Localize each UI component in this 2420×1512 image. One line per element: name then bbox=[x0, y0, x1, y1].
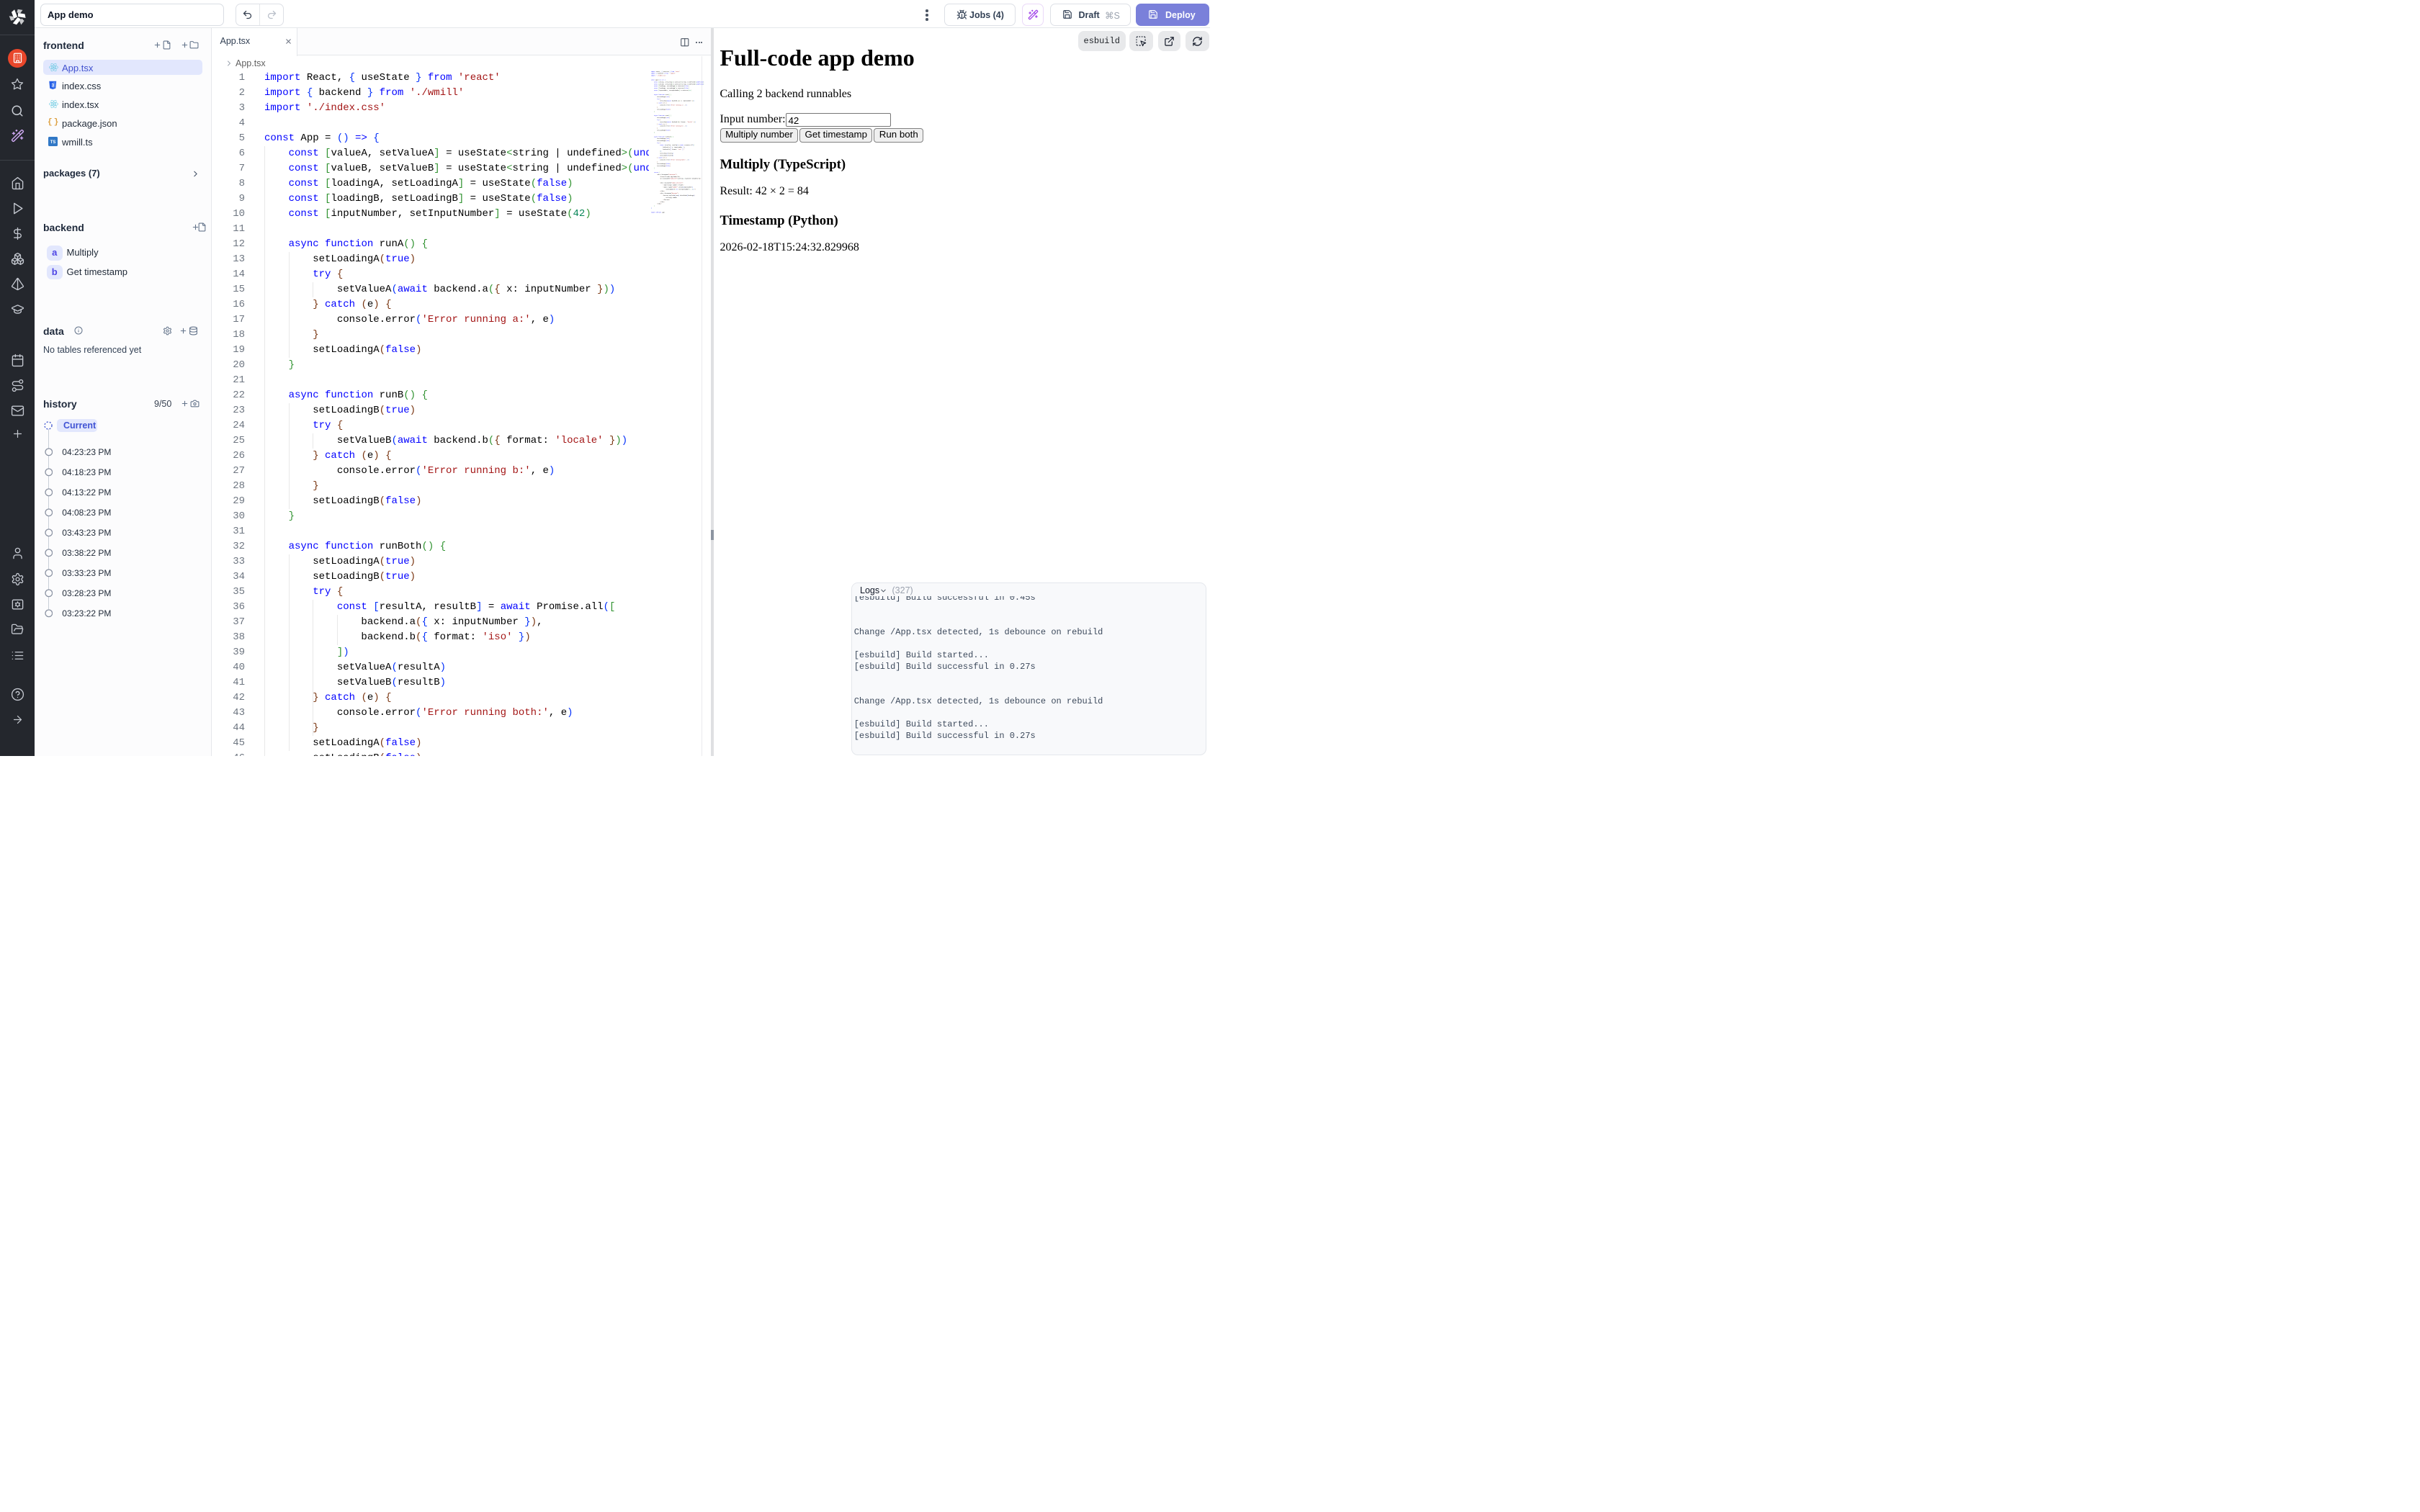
svg-text:3: 3 bbox=[51, 84, 54, 89]
svg-text:TS: TS bbox=[50, 140, 56, 145]
